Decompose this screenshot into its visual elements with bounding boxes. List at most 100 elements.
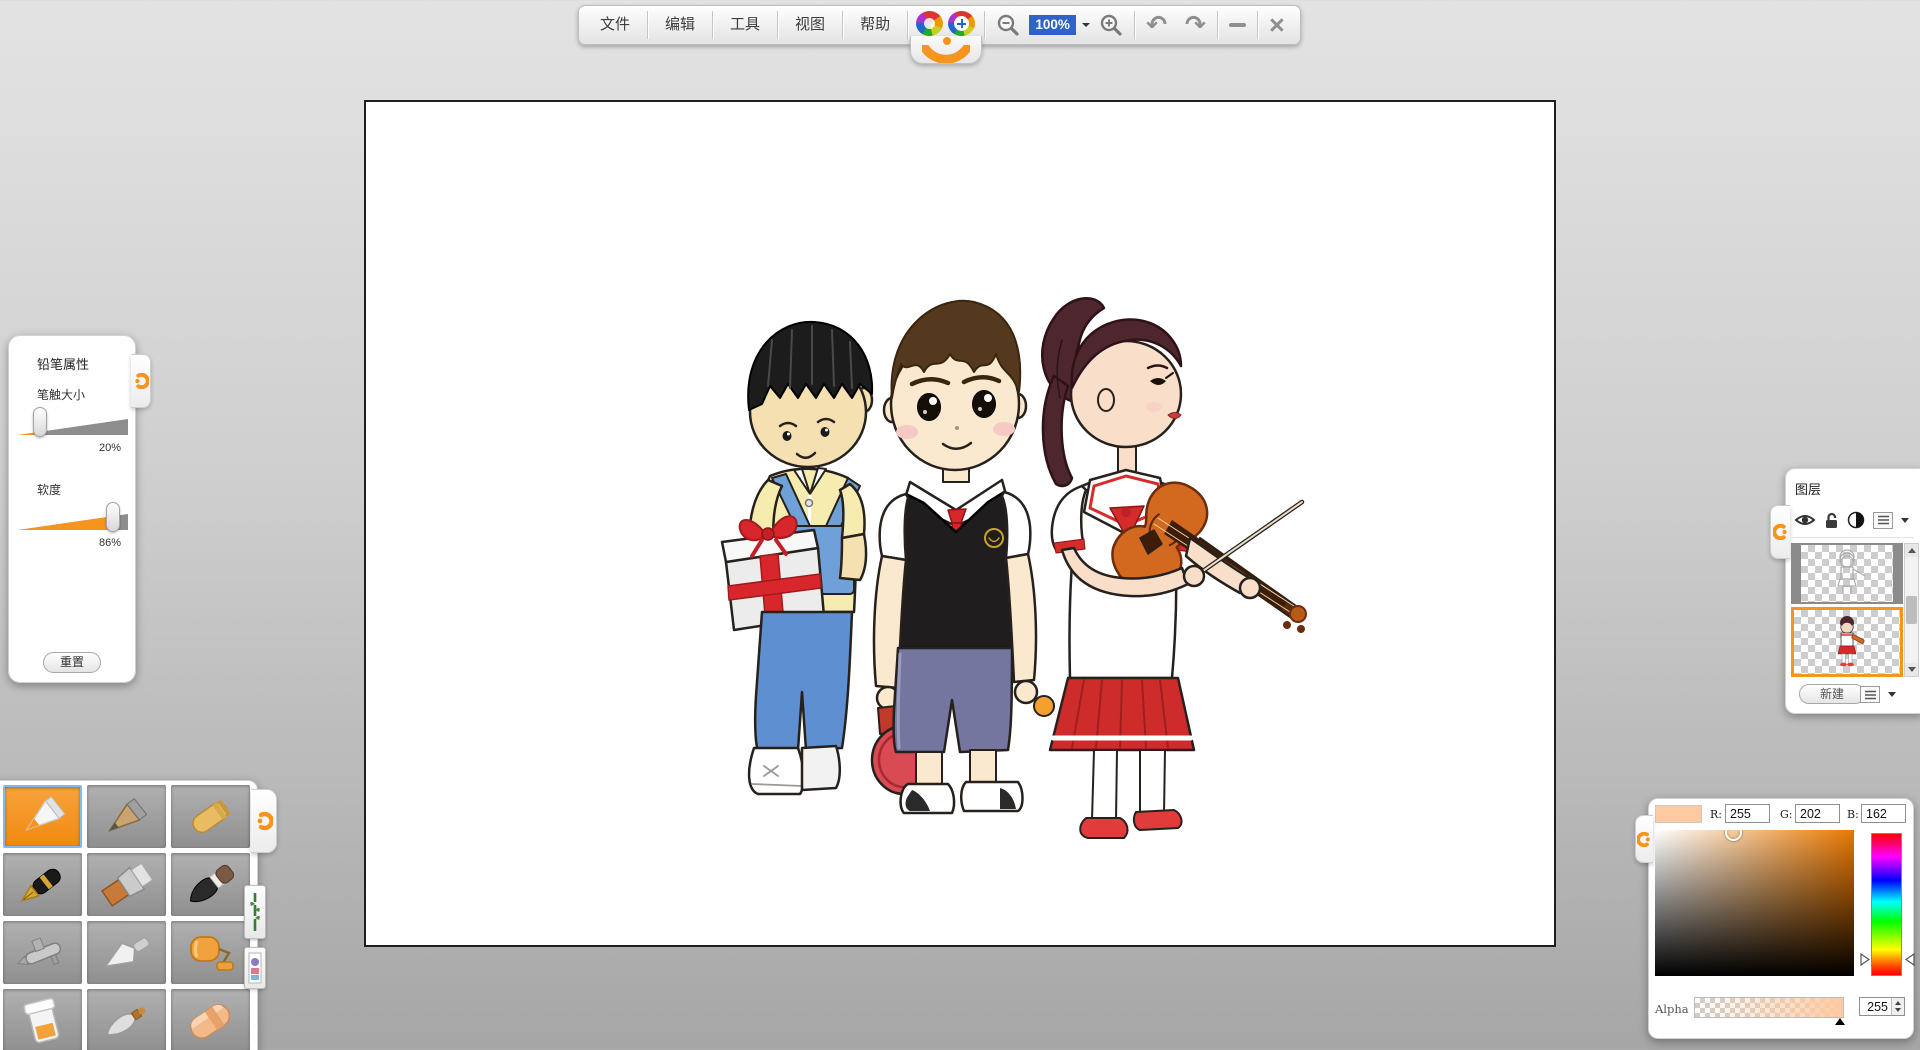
softness-label: 软度 [37,481,61,498]
brush-size-slider[interactable] [18,406,128,438]
alpha-slider[interactable] [1694,997,1844,1018]
sticker-stamp-button[interactable] [244,947,266,989]
palette-collapse-tab[interactable] [251,789,277,853]
brush-palette-panel [0,780,258,1050]
brush-tool-fountain-pen[interactable] [3,853,82,916]
brush-tool-liner-knife[interactable] [87,989,166,1050]
toolbar-separator [842,11,843,39]
scroll-down-button[interactable] [1905,663,1918,676]
pencil-icon [11,791,75,843]
layer-list [1791,543,1903,677]
brush-tool-airbrush[interactable] [3,921,82,984]
liner-knife-icon [95,995,159,1047]
current-color-swatch [1655,805,1702,823]
pencil-panel-collapse-tab[interactable] [131,354,151,408]
alpha-spin-down[interactable] [1892,1007,1904,1016]
mascot-right-eye-icon[interactable] [948,11,975,36]
brush-size-label: 笔触大小 [37,386,85,403]
redo-icon: ↷ [1185,6,1206,44]
menu-file[interactable]: 文件 [585,6,645,44]
softness-handle[interactable] [106,502,120,532]
menu-edit[interactable]: 编辑 [650,6,710,44]
layer-row-sketch[interactable] [1791,543,1903,604]
sticker-icon [248,952,262,984]
bamboo-stamp-button[interactable] [244,885,266,939]
layer-thumb-sketch [1827,548,1867,600]
brush-tool-paint-roller[interactable] [171,921,250,984]
layers-panel-title: 图层 [1795,479,1821,498]
hue-slider[interactable] [1871,833,1902,976]
zoom-out-icon [996,13,1020,37]
app-mascot-logo [910,6,982,44]
layer-menu-button[interactable] [1873,512,1893,529]
undo-icon: ↶ [1146,6,1167,44]
toolbar-separator [984,11,985,39]
brush-tool-eraser[interactable] [171,989,250,1050]
zoom-dropdown-arrow[interactable] [1082,23,1090,31]
layer-scrollbar[interactable] [1904,543,1919,677]
zoom-in-icon [1099,13,1123,37]
blue-label: B: [1847,808,1859,821]
contrast-icon[interactable] [1847,511,1865,529]
color-panel-collapse-tab[interactable] [1635,815,1653,863]
alpha-label: Alpha [1655,1002,1689,1016]
canvas-illustration [702,280,1342,842]
minimize-button[interactable] [1220,6,1255,44]
toolbar-separator [712,11,713,39]
red-input[interactable] [1725,804,1770,823]
orange-crescent-icon [133,373,149,389]
drawing-canvas[interactable] [364,100,1556,947]
redo-button[interactable]: ↷ [1176,6,1215,44]
softness-slider[interactable] [18,501,128,533]
toolbar-separator [907,11,908,39]
mascot-smile [922,45,970,63]
new-layer-button[interactable]: 新建 [1799,684,1865,704]
layers-options-arrow[interactable] [1888,692,1896,701]
brush-tool-crayon[interactable] [171,785,250,848]
green-input[interactable] [1795,804,1840,823]
unlock-icon[interactable] [1824,512,1839,529]
brush-tool-ink-brush[interactable] [171,853,250,916]
layers-panel: 图层 [1785,468,1920,714]
fountain-pen-icon [11,859,75,911]
orange-crescent-icon [1637,832,1652,847]
brush-tool-pencil[interactable] [3,785,82,848]
close-button[interactable]: × [1260,6,1294,44]
layers-options-button[interactable] [1860,686,1880,703]
reset-button[interactable]: 重置 [43,652,101,673]
layers-bottom-menu [1860,686,1896,703]
menu-help[interactable]: 帮助 [845,6,905,44]
alpha-spin-up[interactable] [1892,998,1904,1007]
visibility-eye-icon[interactable] [1794,512,1816,528]
mascot-left-eye-icon[interactable] [916,11,943,36]
saturation-value-picker[interactable] [1655,830,1854,976]
paint-roller-icon [179,927,243,979]
zoom-out-button[interactable] [987,6,1029,44]
zoom-in-button[interactable] [1090,6,1132,44]
sv-cursor[interactable] [1725,830,1742,841]
sharp-pencil-icon [95,791,159,843]
hue-arrow-right[interactable] [1905,953,1915,966]
layer-menu-arrow[interactable] [1901,518,1909,527]
brush-size-handle[interactable] [33,407,47,437]
blue-input[interactable] [1861,804,1906,823]
brush-tool-paint-jar[interactable] [3,989,82,1050]
menu-view[interactable]: 视图 [780,6,840,44]
toolbar-separator [1134,11,1135,39]
undo-button[interactable]: ↶ [1137,6,1176,44]
scroll-up-button[interactable] [1905,544,1918,557]
bamboo-icon [248,890,262,934]
alpha-value-box[interactable]: 255 [1859,997,1905,1016]
green-label: G: [1780,808,1793,821]
menu-tools[interactable]: 工具 [715,6,775,44]
layers-panel-collapse-tab[interactable] [1770,505,1790,559]
zoom-level-display[interactable]: 100% [1029,15,1076,35]
scrollbar-thumb[interactable] [1906,596,1917,624]
brush-tool-sharp-pencil[interactable] [87,785,166,848]
hue-arrow-left[interactable] [1860,953,1870,966]
brush-tool-flat-brush[interactable] [87,853,166,916]
alpha-marker[interactable] [1835,1013,1845,1025]
mascot-chin [910,36,982,64]
layer-row-girl[interactable] [1791,607,1903,677]
brush-tool-palette-knife[interactable] [87,921,166,984]
